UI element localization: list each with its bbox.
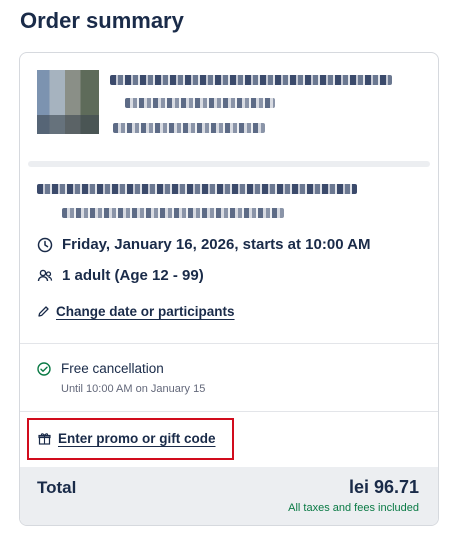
date-time-text: Friday, January 16, 2026, starts at 10:0…	[62, 236, 371, 253]
pencil-icon	[37, 305, 50, 318]
change-date-label[interactable]: Change date or participants	[56, 304, 235, 319]
promo-code-label[interactable]: Enter promo or gift code	[58, 431, 216, 446]
clock-icon	[37, 237, 53, 253]
taxes-note: All taxes and fees included	[288, 502, 419, 514]
check-circle-icon	[37, 361, 51, 376]
divider	[20, 411, 438, 412]
free-cancellation-title: Free cancellation	[61, 361, 164, 376]
page-title: Order summary	[20, 8, 184, 33]
change-date-link[interactable]: Change date or participants	[37, 304, 235, 319]
free-cancellation-deadline: Until 10:00 AM on January 15	[61, 383, 206, 395]
activity-rating-redacted	[113, 123, 265, 133]
option-title-redacted	[37, 184, 357, 194]
participants-text: 1 adult (Age 12 - 99)	[62, 267, 204, 284]
people-icon	[37, 268, 53, 284]
order-summary-card: Friday, January 16, 2026, starts at 10:0…	[19, 52, 439, 526]
gift-icon	[38, 432, 51, 445]
divider	[20, 343, 438, 344]
section-divider	[28, 161, 430, 167]
free-cancellation-row: Free cancellation	[37, 361, 164, 376]
activity-thumbnail	[37, 70, 99, 134]
promo-code-link[interactable]: Enter promo or gift code	[38, 431, 216, 446]
participants-row: 1 adult (Age 12 - 99)	[37, 267, 204, 284]
total-section: Total lei 96.71 All taxes and fees inclu…	[20, 467, 438, 525]
total-amount: lei 96.71	[348, 477, 419, 497]
activity-subtitle-redacted	[125, 98, 275, 108]
activity-title-redacted	[110, 75, 392, 85]
option-subtitle-redacted	[62, 208, 284, 218]
total-label: Total	[37, 478, 77, 497]
date-time-row: Friday, January 16, 2026, starts at 10:0…	[37, 236, 371, 253]
